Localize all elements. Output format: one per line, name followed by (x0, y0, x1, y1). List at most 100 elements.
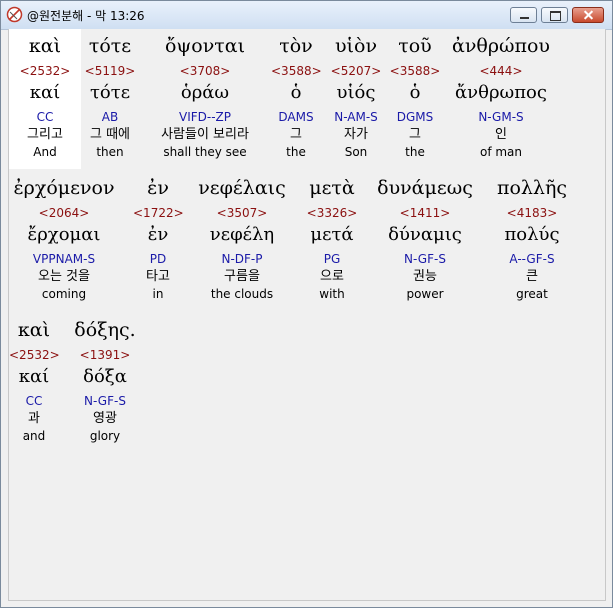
parse-code: CC (36, 110, 54, 124)
word-card[interactable]: τοῦ <3588> ὁ DGMS 그 the (389, 29, 441, 169)
english-gloss: glory (89, 429, 121, 443)
english-gloss: Son (344, 145, 368, 159)
word-card[interactable]: τὸν <3588> ὁ DAMS 그 the (271, 29, 322, 169)
word-card[interactable]: δυνάμεως <1411> δύναμις N-GF-S 권능 power (371, 171, 479, 311)
strong-number: <444> (479, 64, 523, 78)
greek-word: υἱὸν (335, 35, 377, 57)
word-card[interactable]: ἀνθρώπου <444> ἄνθρωπος N-GM-S 인 of man (445, 29, 557, 169)
word-card[interactable]: ὄψονται <3708> ὁράω VIFD--ZP 사람들이 보리라 sh… (145, 29, 265, 169)
english-gloss: with (319, 287, 345, 301)
word-card[interactable]: δόξης. <1391> δόξα N-GF-S 영광 glory (67, 313, 143, 453)
strong-number: <4183> (506, 206, 558, 220)
parse-code: AB (101, 110, 119, 124)
word-card[interactable]: τότε <5119> τότε AB 그 때에 then (81, 29, 139, 169)
lemma: ἔρχομαι (27, 224, 101, 245)
strong-number: <2064> (38, 206, 90, 220)
korean-gloss: 그 때에 (89, 127, 130, 142)
english-gloss: the (405, 145, 425, 159)
korean-gloss: 사람들이 보리라 (161, 127, 249, 142)
korean-gloss: 타고 (146, 269, 170, 284)
greek-word: ἐν (147, 177, 169, 199)
greek-word: τὸν (279, 35, 313, 57)
lemma: ὁ (409, 82, 421, 103)
strong-number: <2532> (19, 64, 71, 78)
english-gloss: And (33, 145, 57, 159)
strong-number: <2532> (9, 348, 60, 362)
parse-code: A--GF-S (509, 252, 555, 266)
english-gloss: then (96, 145, 124, 159)
korean-gloss: 과 (28, 411, 40, 426)
window-title: @원전분해 - 막 13:26 (27, 9, 145, 23)
parse-code: PD (149, 252, 167, 266)
korean-gloss: 큰 (526, 269, 538, 284)
korean-gloss: 인 (495, 127, 507, 142)
english-gloss: coming (41, 287, 87, 301)
lemma: ὁ (290, 82, 302, 103)
word-card[interactable]: καὶ <2532> καί CC 과 and (9, 313, 60, 453)
parse-code: VPPNAM-S (32, 252, 96, 266)
strong-number: <5207> (330, 64, 382, 78)
parse-code: DGMS (396, 110, 434, 124)
lemma: πολύς (504, 224, 560, 245)
word-card[interactable]: καὶ <2532> καί CC 그리고 And (9, 29, 81, 169)
word-card[interactable]: πολλῆς <4183> πολύς A--GF-S 큰 great (487, 171, 577, 311)
lemma: υἱός (336, 82, 376, 103)
greek-word: τοῦ (398, 35, 432, 57)
strong-number: <3708> (179, 64, 231, 78)
parse-code: N-DF-P (221, 252, 263, 266)
english-gloss: of man (479, 145, 523, 159)
korean-gloss: 오는 것을 (38, 269, 90, 284)
close-button[interactable] (572, 7, 604, 23)
english-gloss: shall they see (163, 145, 247, 159)
strong-number: <3507> (216, 206, 268, 220)
lemma: μετά (310, 224, 354, 245)
english-gloss: great (516, 287, 548, 301)
parse-code: N-GF-S (84, 394, 126, 408)
korean-gloss: 구름을 (224, 269, 260, 284)
korean-gloss: 그리고 (27, 127, 63, 142)
minimize-button[interactable] (510, 7, 537, 23)
english-gloss: in (152, 287, 164, 301)
title-bar[interactable]: @원전분해 - 막 13:26 (1, 1, 612, 30)
app-pen-icon (6, 6, 23, 23)
parse-code: N-GF-S (404, 252, 446, 266)
word-card[interactable]: ἐν <1722> ἐν PD 타고 in (133, 171, 184, 311)
word-card[interactable]: μετὰ <3326> μετά PG 으로 with (299, 171, 365, 311)
korean-gloss: 권능 (413, 269, 437, 284)
strong-number: <1722> (133, 206, 184, 220)
greek-word: ἀνθρώπου (452, 35, 550, 57)
word-card[interactable]: υἱὸν <5207> υἱός N-AM-S 자가 Son (325, 29, 387, 169)
lemma: καί (29, 82, 61, 103)
korean-gloss: 영광 (93, 411, 117, 426)
strong-number: <1411> (399, 206, 451, 220)
verse-analysis: καὶ <2532> καί CC 그리고 And τότε <5119> τό… (9, 29, 605, 600)
word-card[interactable]: ἐρχόμενον <2064> ἔρχομαι VPPNAM-S 오는 것을 … (9, 171, 119, 311)
lemma: καί (18, 366, 50, 387)
lemma: ἐν (147, 224, 169, 245)
english-gloss: and (22, 429, 46, 443)
lemma: δύναμις (388, 224, 462, 245)
application-window: @원전분해 - 막 13:26 καὶ <2532> καί CC 그리고 An… (0, 0, 613, 608)
lemma: τότε (89, 82, 131, 103)
greek-word: τότε (88, 35, 132, 57)
strong-number: <3326> (306, 206, 358, 220)
greek-word: πολλῆς (496, 177, 568, 199)
strong-number: <1391> (79, 348, 131, 362)
greek-word: νεφέλαις (198, 177, 286, 199)
lemma: νεφέλη (209, 224, 275, 245)
korean-gloss: 자가 (344, 127, 368, 142)
korean-gloss: 으로 (320, 269, 344, 284)
english-gloss: the (286, 145, 306, 159)
lemma: δόξα (83, 366, 127, 387)
greek-word: καὶ (17, 319, 51, 341)
maximize-button[interactable] (541, 7, 568, 23)
parse-code: CC (25, 394, 43, 408)
parse-code: N-GM-S (478, 110, 524, 124)
strong-number: <5119> (84, 64, 136, 78)
greek-word: καὶ (28, 35, 62, 57)
greek-word: ἐρχόμενον (13, 177, 115, 199)
word-card[interactable]: νεφέλαις <3507> νεφέλη N-DF-P 구름을 the cl… (189, 171, 295, 311)
korean-gloss: 그 (290, 127, 302, 142)
strong-number: <3588> (389, 64, 441, 78)
verse-content-pane: καὶ <2532> καί CC 그리고 And τότε <5119> τό… (8, 29, 606, 601)
